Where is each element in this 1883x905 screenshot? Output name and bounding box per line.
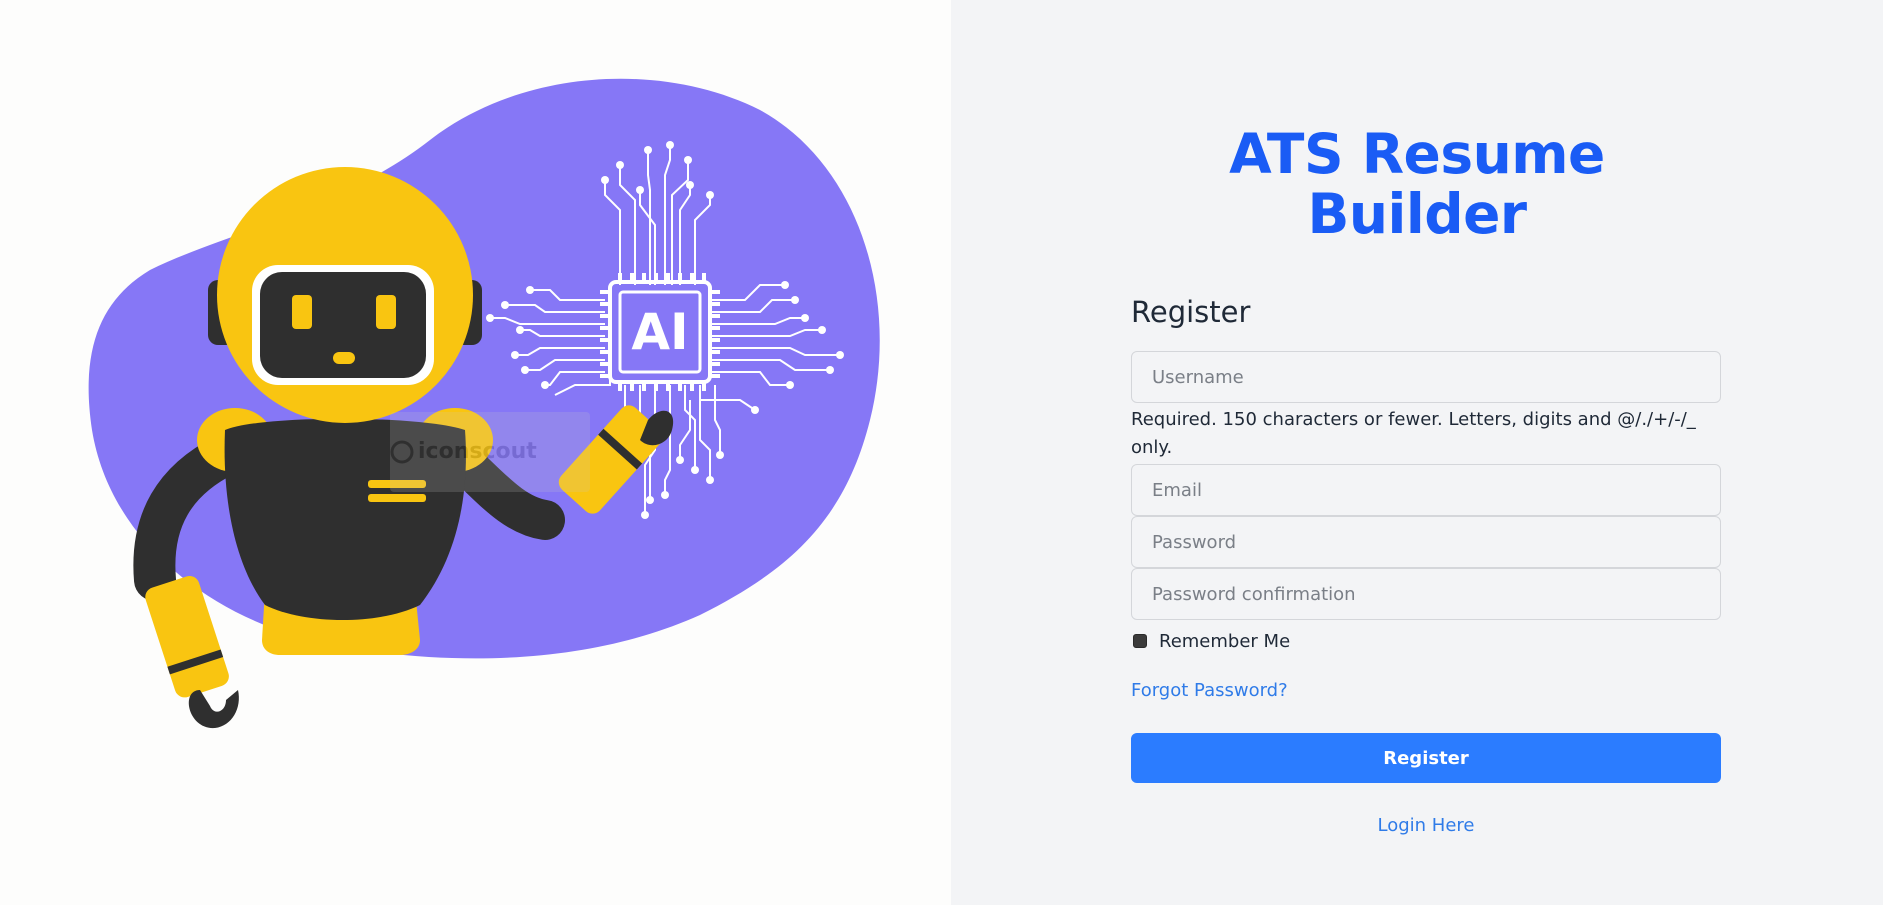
email-input[interactable] [1131,464,1721,516]
password-confirmation-input[interactable] [1131,568,1721,620]
form-heading: Register [1131,295,1251,329]
username-input[interactable] [1131,351,1721,403]
password-input[interactable] [1131,516,1721,568]
remember-me-row: Remember Me [1131,624,1721,658]
app-title: ATS Resume Builder [951,124,1883,244]
watermark-label: iconscout [418,439,537,464]
forgot-password-link[interactable]: Forgot Password? [1131,680,1288,701]
remember-me-label: Remember Me [1159,630,1291,652]
auth-panel: ATS Resume Builder Register Required. 15… [951,0,1883,905]
register-form: Register Required. 150 characters or few… [1131,290,1721,836]
iconscout-watermark: iconscout [390,412,590,492]
username-help-text: Required. 150 characters or fewer. Lette… [1131,409,1696,458]
app-title-line2: Builder [1307,182,1527,246]
app-title-line1: ATS Resume [1229,122,1605,186]
chip-label: AI [631,303,688,361]
background-blob [88,78,880,659]
robot-ai-chip-illustration: AI iconscout [88,78,880,729]
illustration-panel: AI iconscout [0,0,951,905]
register-button[interactable]: Register [1131,733,1721,783]
login-link[interactable]: Login Here [1131,815,1721,836]
remember-me-checkbox[interactable] [1133,634,1147,648]
